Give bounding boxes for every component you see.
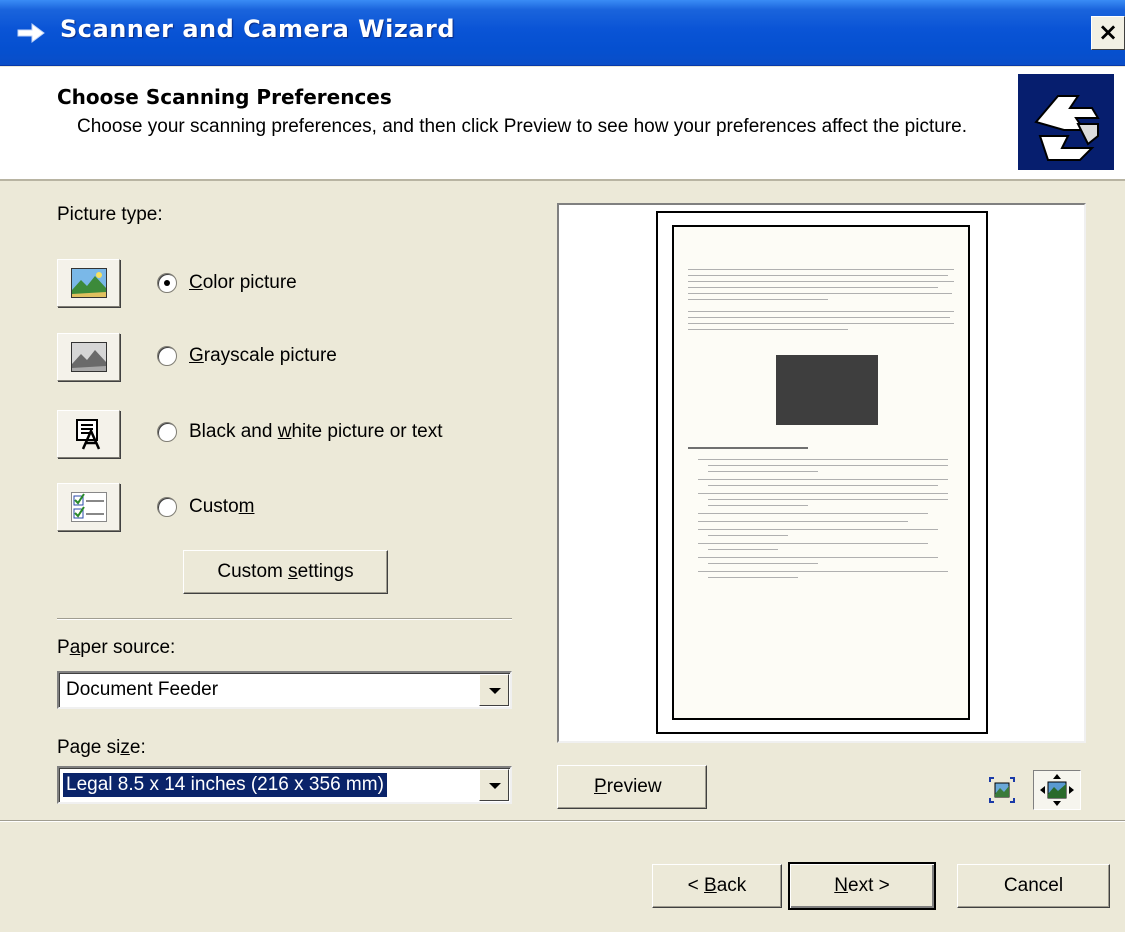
grayscale-picture-radio[interactable]	[157, 346, 177, 366]
paper-source-label: Paper source:	[57, 637, 176, 658]
close-button[interactable]: ×	[1091, 16, 1125, 50]
page-description: Choose your scanning preferences, and th…	[77, 116, 967, 137]
crop-fit-selection-icon[interactable]	[984, 772, 1020, 808]
footer-divider	[0, 820, 1125, 822]
color-picture-label[interactable]: Color picture	[189, 272, 297, 294]
title-bar[interactable]: Scanner and Camera Wizard ×	[0, 0, 1125, 66]
cancel-button[interactable]: Cancel	[957, 864, 1110, 908]
page-title: Choose Scanning Preferences	[57, 85, 392, 109]
color-picture-radio[interactable]	[157, 273, 177, 293]
custom-label[interactable]: Custom	[189, 496, 254, 518]
picture-type-label: Picture type:	[57, 204, 163, 225]
custom-settings-button[interactable]: Custom settings	[183, 550, 388, 594]
chevron-down-icon[interactable]	[479, 769, 509, 801]
zoom-preview-icon[interactable]	[1033, 770, 1081, 810]
custom-radio[interactable]	[157, 497, 177, 517]
scan-area-boundary[interactable]	[656, 211, 988, 734]
scan-preview-area[interactable]	[557, 203, 1086, 743]
scanned-page-thumbnail	[672, 225, 970, 720]
scanner-wizard-icon	[1018, 74, 1114, 170]
window-title: Scanner and Camera Wizard	[60, 15, 456, 43]
section-divider	[57, 618, 512, 620]
preview-button[interactable]: Preview	[557, 765, 707, 809]
grayscale-picture-label[interactable]: Grayscale picture	[189, 345, 337, 367]
next-button[interactable]: Next >	[788, 862, 936, 910]
wizard-arrow-icon	[17, 23, 45, 43]
page-size-value: Legal 8.5 x 14 inches (216 x 356 mm)	[62, 772, 388, 798]
back-button[interactable]: < Back	[652, 864, 782, 908]
wizard-header: Choose Scanning Preferences Choose your …	[0, 67, 1125, 181]
paper-source-value: Document Feeder	[66, 679, 219, 700]
black-white-text-icon	[57, 410, 120, 458]
scanned-photo-thumbnail	[776, 355, 878, 425]
color-picture-icon	[57, 259, 120, 307]
custom-checklist-icon	[57, 483, 120, 531]
page-size-dropdown[interactable]: Legal 8.5 x 14 inches (216 x 356 mm)	[57, 766, 512, 804]
black-white-radio[interactable]	[157, 422, 177, 442]
paper-source-dropdown[interactable]: Document Feeder	[57, 671, 512, 709]
chevron-down-icon[interactable]	[479, 674, 509, 706]
grayscale-picture-icon	[57, 333, 120, 381]
page-size-label: Page size:	[57, 737, 146, 758]
black-white-label[interactable]: Black and white picture or text	[189, 421, 443, 443]
